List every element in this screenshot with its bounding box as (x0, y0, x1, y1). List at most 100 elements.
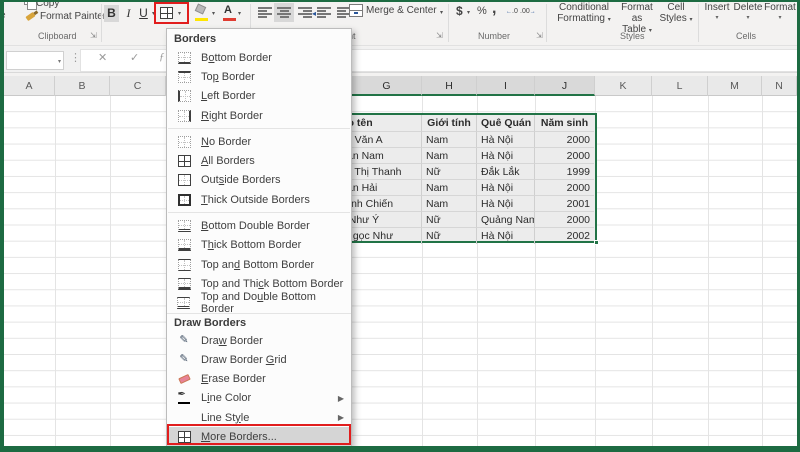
table-row[interactable]: ễn Thị Thanh Nữ Đắk Lắk 1999 (336, 164, 595, 180)
column-header-m[interactable]: M (708, 76, 762, 96)
fill-handle[interactable] (594, 240, 599, 245)
table-cell[interactable]: Hà Nội (477, 228, 535, 244)
column-header-j[interactable]: J (535, 76, 595, 96)
table-header-cell[interactable]: Năm sinh (535, 115, 594, 132)
number-dialog-launcher[interactable]: ⇲ (536, 31, 543, 40)
table-cell[interactable]: Hà Nội (477, 132, 535, 148)
menu-item-outside-borders[interactable]: Outside Borders (167, 171, 351, 190)
fill-color-button[interactable] (194, 3, 210, 22)
table-cell[interactable]: 2000 (535, 148, 594, 164)
fx-icon[interactable]: ƒ (159, 51, 165, 63)
accounting-format-button[interactable]: $ (456, 4, 463, 18)
table-cell[interactable]: Nữ (422, 164, 477, 180)
clipboard-dialog-launcher[interactable]: ⇲ (90, 31, 97, 40)
table-row[interactable]: Minh Chiến Nam Hà Nội 2001 (336, 196, 595, 212)
percent-style-button[interactable]: % (477, 5, 487, 17)
bold-button[interactable]: B (104, 5, 119, 22)
menu-item-all-borders[interactable]: All Borders (167, 151, 351, 170)
underline-dropdown[interactable]: ▾ (152, 10, 155, 17)
cell-styles-button[interactable]: Cell Styles ▾ (658, 2, 694, 26)
table-cell[interactable]: Nam (422, 132, 477, 148)
decrease-decimal-button[interactable]: .00→ (520, 8, 536, 15)
table-header-cell[interactable]: Giới tính (422, 115, 477, 132)
merge-center-button[interactable]: Merge & Center (366, 5, 437, 16)
table-cell[interactable]: Nam (422, 180, 477, 196)
table-header-cell[interactable]: Quê Quán (477, 115, 535, 132)
column-header-a[interactable]: A (4, 76, 55, 96)
column-header-k[interactable]: K (595, 76, 652, 96)
table-cell[interactable]: Nữ (422, 212, 477, 228)
decrease-indent-button[interactable]: ◂ (312, 3, 334, 22)
menu-item-line-style[interactable]: Line Style ▶ (167, 408, 351, 427)
menu-item-thick-outside-borders[interactable]: Thick Outside Borders (167, 190, 351, 209)
format-painter-button[interactable]: Format Painter (40, 11, 106, 22)
menu-item-top-and-bottom-border[interactable]: Top and Bottom Border (167, 255, 351, 274)
enter-icon[interactable]: ✓ (130, 51, 139, 64)
underline-button[interactable]: U (136, 5, 151, 22)
align-right-button[interactable] (298, 7, 312, 18)
column-header-c[interactable]: C (110, 76, 166, 96)
table-cell[interactable]: 2000 (535, 132, 594, 148)
table-cell[interactable]: Quảng Nam (477, 212, 535, 228)
table-row[interactable]: Văn Hải Nam Hà Nội 2000 (336, 180, 595, 196)
align-center-button[interactable] (274, 3, 294, 22)
merge-center-dropdown[interactable]: ▾ (440, 9, 443, 16)
table-row[interactable]: ị Ngọc Như Nữ Hà Nội 2002 (336, 228, 595, 244)
fill-color-dropdown[interactable]: ▾ (212, 10, 215, 17)
table-cell[interactable]: Hà Nội (477, 180, 535, 196)
menu-item-left-border[interactable]: Left Border (167, 87, 351, 106)
table-cell[interactable]: 2002 (535, 228, 594, 244)
menu-item-thick-bottom-border[interactable]: Thick Bottom Border (167, 236, 351, 255)
menu-item-bottom-double-border[interactable]: Bottom Double Border (167, 216, 351, 235)
menu-item-bottom-border[interactable]: Bottom Border (167, 48, 351, 67)
borders-button[interactable] (160, 6, 173, 24)
table-row[interactable]: ễn Văn A Nam Hà Nội 2000 (336, 132, 595, 148)
column-header-g[interactable]: G (352, 76, 422, 96)
menu-item-no-border[interactable]: No Border (167, 132, 351, 151)
menu-item-top-border[interactable]: Top Border (167, 67, 351, 86)
menu-item-line-color[interactable]: ✒ Line Color ▶ (167, 389, 351, 408)
table-cell[interactable]: Nữ (422, 228, 477, 244)
column-header-l[interactable]: L (652, 76, 708, 96)
menu-item-more-borders[interactable]: More Borders... (167, 427, 351, 447)
table-header-row[interactable]: Họ tên Giới tính Quê Quán Năm sinh (336, 115, 595, 132)
column-header-h[interactable]: H (422, 76, 477, 96)
selected-data-range[interactable]: Họ tên Giới tính Quê Quán Năm sinh ễn Văn AN… (336, 113, 599, 245)
insert-button[interactable]: Insert ▾ (702, 2, 732, 24)
table-cell[interactable]: Nam (422, 148, 477, 164)
name-box-dropdown-icon[interactable]: ▾ (58, 58, 61, 65)
table-cell[interactable]: Đắk Lắk (477, 164, 535, 180)
table-cell[interactable]: Hà Nội (477, 148, 535, 164)
accounting-format-dropdown[interactable]: ▾ (467, 9, 470, 16)
font-color-button[interactable]: A (222, 4, 238, 22)
table-row[interactable]: n Như Ý Nữ Quảng Nam 2000 (336, 212, 595, 228)
sheet-grid-left[interactable] (4, 96, 166, 446)
table-cell[interactable]: Hà Nội (477, 196, 535, 212)
menu-item-right-border[interactable]: Right Border (167, 106, 351, 125)
increase-decimal-button[interactable]: ←.0 (506, 8, 518, 15)
name-box[interactable]: ▾ (6, 51, 64, 70)
delete-button[interactable]: Delete ▾ (733, 2, 763, 24)
column-header-b[interactable]: B (55, 76, 110, 96)
align-left-button[interactable] (258, 7, 272, 18)
comma-style-button[interactable]: , (492, 0, 496, 18)
table-cell[interactable]: 2000 (535, 180, 594, 196)
table-cell[interactable]: Nam (422, 196, 477, 212)
alignment-dialog-launcher[interactable]: ⇲ (436, 31, 443, 40)
table-cell[interactable]: 2000 (535, 212, 594, 228)
italic-button[interactable]: I (121, 5, 136, 22)
cancel-icon[interactable]: ✕ (98, 51, 107, 64)
menu-item-draw-border[interactable]: ✎ Draw Border (167, 331, 351, 350)
column-header-n[interactable]: N (762, 76, 797, 96)
format-button[interactable]: Format ▾ (764, 2, 796, 24)
table-row[interactable]: Văn Nam Nam Hà Nội 2000 (336, 148, 595, 164)
menu-item-draw-border-grid[interactable]: ✎ Draw Border Grid (167, 350, 351, 369)
borders-dropdown-arrow[interactable]: ▾ (178, 10, 181, 17)
menu-item-top-and-double-bottom-border[interactable]: Top and Double Bottom Border (167, 291, 351, 315)
font-color-dropdown[interactable]: ▾ (238, 10, 241, 17)
table-cell[interactable]: 2001 (535, 196, 594, 212)
column-header-i[interactable]: I (477, 76, 535, 96)
menu-item-erase-border[interactable]: Erase Border (167, 369, 351, 388)
table-cell[interactable]: 1999 (535, 164, 594, 180)
conditional-formatting-button[interactable]: Conditional Formatting ▾ (553, 2, 615, 26)
